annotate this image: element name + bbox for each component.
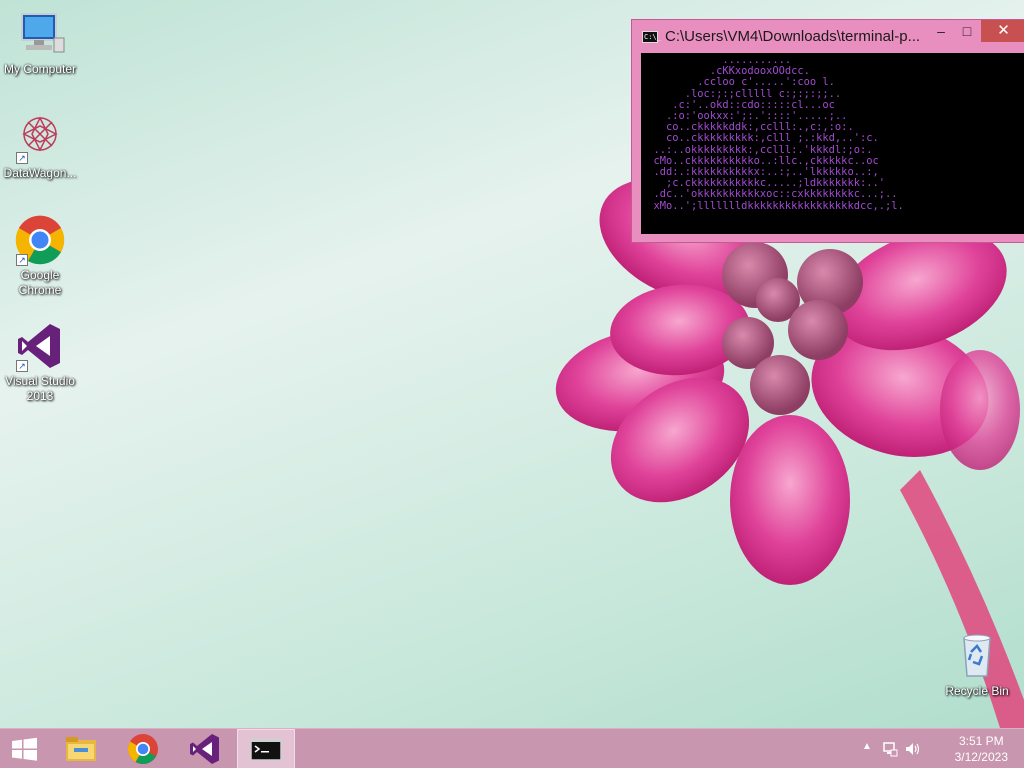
taskbar-visual-studio[interactable] [176, 729, 234, 768]
desktop-icon-visual-studio[interactable]: ↗ Visual Studio 2013 [0, 320, 80, 404]
desktop-icon-label: DataWagon... [3, 166, 77, 180]
desktop-icon-label: Google Chrome [18, 268, 62, 297]
shortcut-arrow-icon: ↗ [16, 152, 28, 164]
system-tray: ▲ 3:51 PM 3/12/2023 [854, 729, 1024, 768]
console-ascii-art: ........... .cKKxodooxOOdcc. .ccloo c'..… [653, 54, 904, 212]
close-button[interactable]: ✕ [981, 20, 1024, 42]
clock[interactable]: 3:51 PM 3/12/2023 [955, 733, 1008, 765]
clock-time: 3:51 PM [958, 734, 1004, 748]
shortcut-arrow-icon: ↗ [16, 360, 28, 372]
chrome-icon: ↗ [14, 214, 66, 266]
console-window[interactable]: C:\_ C:\Users\VM4\Downloads\terminal-p..… [631, 19, 1024, 243]
datawagon-icon: ↗ [14, 112, 66, 164]
desktop-icon-label: Visual Studio 2013 [5, 374, 75, 403]
console-icon [250, 738, 282, 761]
desktop-icon-my-computer[interactable]: My Computer [0, 8, 80, 77]
desktop-icon-label: My Computer [3, 62, 77, 76]
windows-logo-icon [12, 737, 37, 761]
desktop-icon-google-chrome[interactable]: ↗ Google Chrome [0, 214, 80, 298]
recycle-bin-icon [951, 630, 1003, 682]
volume-icon[interactable] [904, 741, 922, 757]
show-hidden-icons-icon[interactable]: ▲ [862, 741, 872, 752]
desktop-icon-datawagon[interactable]: ↗ DataWagon... [0, 112, 80, 181]
maximize-button[interactable]: □ [954, 20, 980, 42]
taskbar-command-prompt[interactable] [237, 729, 295, 768]
desktop-icon-label: Recycle Bin [945, 684, 1009, 698]
console-titlebar[interactable]: C:\_ C:\Users\VM4\Downloads\terminal-p..… [632, 20, 1024, 52]
shortcut-arrow-icon: ↗ [16, 254, 28, 266]
visual-studio-icon: ↗ [14, 320, 66, 372]
console-output-area[interactable]: ........... .cKKxodooxOOdcc. .ccloo c'..… [641, 53, 1024, 234]
console-icon: C:\_ [642, 31, 661, 43]
taskbar: ▲ 3:51 PM 3/12/2023 [0, 728, 1024, 768]
taskbar-chrome[interactable] [114, 729, 172, 768]
taskbar-file-explorer[interactable] [52, 729, 110, 768]
desktop-icon-recycle-bin[interactable]: Recycle Bin [937, 630, 1017, 699]
clock-date: 3/12/2023 [954, 750, 1008, 764]
visual-studio-icon [190, 734, 219, 764]
computer-icon [14, 8, 66, 60]
network-icon[interactable] [882, 741, 898, 757]
folder-icon [66, 737, 96, 761]
chrome-icon [127, 734, 158, 765]
console-title: C:\Users\VM4\Downloads\terminal-p... [665, 28, 921, 45]
minimize-button[interactable]: – [928, 20, 954, 42]
start-button[interactable] [0, 729, 58, 768]
